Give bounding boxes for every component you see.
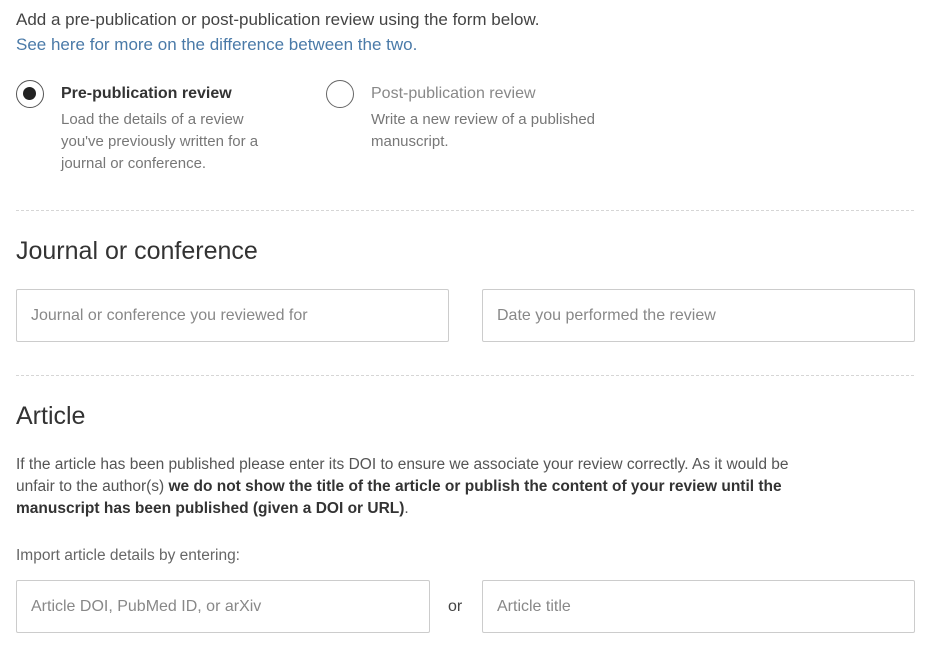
radio-post-description: Write a new review of a published manusc… [371, 109, 595, 153]
radio-pre-description: Load the details of a review you've prev… [61, 109, 258, 175]
journal-section-heading: Journal or conference [16, 237, 258, 265]
article-note: If the article has been published please… [16, 454, 806, 520]
radio-pre-publication[interactable]: Pre-publication review Load the details … [16, 80, 306, 175]
radio-selected-icon[interactable] [16, 80, 44, 108]
radio-pre-desc-line: Load the details of a review [61, 111, 244, 128]
article-note-end: . [404, 500, 409, 517]
radio-pre-title: Pre-publication review [61, 85, 232, 102]
radio-post-title: Post-publication review [371, 85, 536, 102]
radio-pre-desc-line: you've previously written for a [61, 133, 259, 150]
section-divider [16, 210, 914, 211]
radio-post-desc-line: Write a new review of a published [371, 111, 596, 128]
difference-link[interactable]: See here for more on the difference betw… [16, 34, 417, 56]
radio-post-desc-line: manuscript. [371, 133, 449, 150]
doi-input[interactable] [16, 580, 430, 633]
intro-text: Add a pre-publication or post-publicatio… [16, 10, 540, 29]
article-title-input[interactable] [482, 580, 915, 633]
import-label: Import article details by entering: [16, 547, 240, 564]
radio-post-content: Post-publication review Write a new revi… [371, 80, 595, 153]
journal-input[interactable] [16, 289, 449, 342]
radio-pre-content: Pre-publication review Load the details … [61, 80, 258, 175]
radio-pre-desc-line: journal or conference. [61, 155, 207, 172]
article-section-heading: Article [16, 402, 86, 430]
radio-post-publication[interactable]: Post-publication review Write a new revi… [326, 80, 646, 153]
section-divider [16, 375, 914, 376]
radio-unselected-icon[interactable] [326, 80, 354, 108]
review-date-input[interactable] [482, 289, 915, 342]
or-label: or [448, 598, 463, 615]
